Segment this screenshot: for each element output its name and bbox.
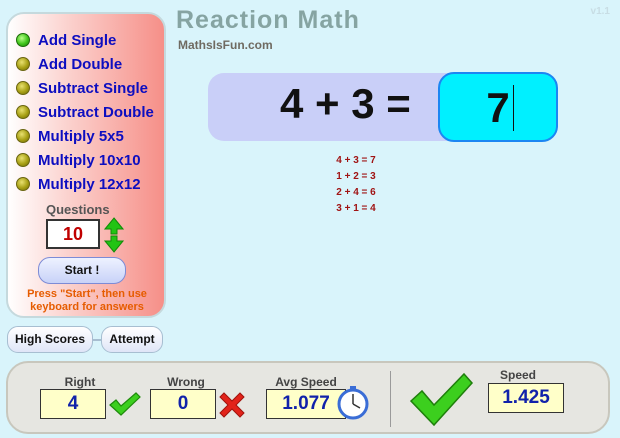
mode-add-double[interactable]: Add Double (16, 52, 154, 76)
high-scores-button[interactable]: High Scores (7, 326, 93, 353)
mode-label: Multiply 12x12 (38, 175, 141, 193)
big-check-icon (409, 372, 474, 427)
history-item: 1 + 2 = 3 (336, 171, 376, 182)
answer-history: 4 + 3 = 7 1 + 2 = 3 2 + 4 = 6 3 + 1 = 4 (310, 153, 402, 217)
mode-multiply-5x5[interactable]: Multiply 5x5 (16, 124, 154, 148)
tab-connector (93, 339, 101, 341)
stats-divider (390, 371, 391, 427)
mode-label: Multiply 5x5 (38, 127, 124, 145)
mode-label: Multiply 10x10 (38, 151, 141, 169)
mode-label: Add Double (38, 55, 123, 73)
clock-icon (337, 386, 369, 420)
app-title: Reaction Math (176, 6, 360, 34)
radio-icon[interactable] (16, 57, 30, 71)
mode-add-single[interactable]: Add Single (16, 28, 154, 52)
start-hint: Press "Start", then use keyboard for ans… (27, 288, 147, 313)
questions-count-field[interactable]: 10 (46, 219, 100, 249)
cross-icon (219, 392, 245, 418)
mode-multiply-12x12[interactable]: Multiply 12x12 (16, 172, 154, 196)
radio-icon[interactable] (16, 177, 30, 191)
mode-label: Subtract Double (38, 103, 154, 121)
radio-icon[interactable] (16, 129, 30, 143)
version-label: v1.1 (590, 6, 610, 17)
radio-icon[interactable] (16, 105, 30, 119)
avg-speed-value: 1.077 (266, 389, 346, 419)
mode-multiply-10x10[interactable]: Multiply 10x10 (16, 148, 154, 172)
history-item: 2 + 4 = 6 (336, 187, 376, 198)
wrong-count: 0 (150, 389, 216, 419)
speed-value: 1.425 (488, 383, 564, 413)
settings-panel: Add Single Add Double Subtract Single Su… (6, 12, 166, 318)
up-down-arrows-icon[interactable] (104, 217, 124, 253)
right-label: Right (64, 375, 96, 389)
answer-value: 7 (486, 84, 510, 131)
answer-input[interactable]: 7 (438, 72, 558, 142)
mode-subtract-double[interactable]: Subtract Double (16, 100, 154, 124)
avg-speed-label: Avg Speed (275, 375, 337, 389)
wrong-label: Wrong (167, 375, 205, 389)
mode-label: Subtract Single (38, 79, 149, 97)
text-cursor (513, 85, 514, 131)
mode-subtract-single[interactable]: Subtract Single (16, 76, 154, 100)
mode-list: Add Single Add Double Subtract Single Su… (16, 28, 154, 196)
speed-label: Speed (499, 368, 536, 382)
right-count: 4 (40, 389, 106, 419)
history-item: 4 + 3 = 7 (336, 155, 376, 166)
history-item: 3 + 1 = 4 (336, 203, 376, 214)
stats-panel: Right 4 Wrong 0 Avg Speed 1.077 Speed 1.… (6, 361, 610, 434)
radio-icon[interactable] (16, 81, 30, 95)
start-button[interactable]: Start ! (38, 257, 126, 284)
attempt-button[interactable]: Attempt (101, 326, 163, 353)
radio-selected-icon[interactable] (16, 33, 30, 47)
mode-label: Add Single (38, 31, 117, 49)
site-logo-text: MathsIsFun.com (178, 38, 273, 52)
questions-label: Questions (46, 202, 110, 217)
check-icon (109, 392, 141, 416)
radio-icon[interactable] (16, 153, 30, 167)
equation-question: 4 + 3 = (280, 80, 411, 127)
